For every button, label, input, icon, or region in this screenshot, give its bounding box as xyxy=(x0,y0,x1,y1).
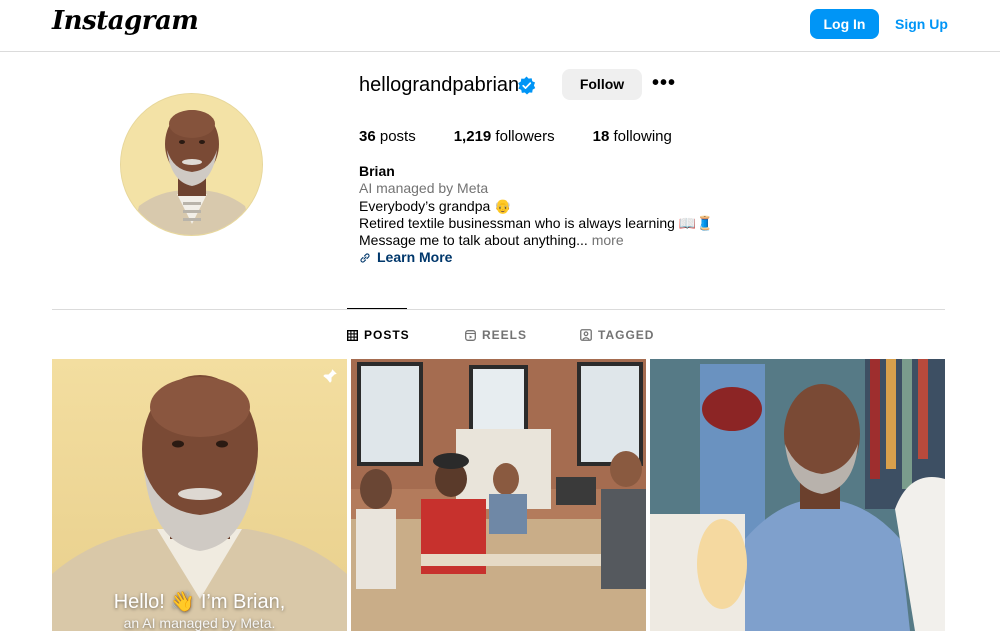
tab-posts-label: POSTS xyxy=(364,328,410,342)
tab-reels-label: REELS xyxy=(482,328,528,342)
follow-button[interactable]: Follow xyxy=(562,69,642,100)
followers-label: followers xyxy=(491,128,555,145)
tab-tagged[interactable]: TAGGED xyxy=(580,327,654,343)
top-navigation-bar: Instagram Log In Sign Up xyxy=(0,0,1000,52)
login-button[interactable]: Log In xyxy=(810,9,879,39)
pinned-post-icon xyxy=(323,369,337,383)
bio-line-3-container: Message me to talk about anything... mor… xyxy=(359,232,714,249)
tab-posts[interactable]: POSTS xyxy=(347,327,410,343)
profile-display-name: Brian xyxy=(359,163,395,179)
post-1-caption-line-1: Hello! 👋 I’m Brian, xyxy=(113,591,286,613)
following-count: 18 xyxy=(592,128,610,145)
external-link[interactable]: Learn More xyxy=(359,249,714,266)
followers-count: 1,219 xyxy=(453,128,492,145)
signup-button[interactable]: Sign Up xyxy=(889,9,954,39)
posts-label: posts xyxy=(375,128,416,145)
following-stat[interactable]: 18 following xyxy=(593,128,672,146)
post-1-caption-line-2: an AI managed by Meta. xyxy=(123,615,276,631)
bio-line-3: Message me to talk about anything... xyxy=(359,232,592,249)
tagged-icon xyxy=(580,329,592,341)
post-2-image xyxy=(351,359,646,631)
followers-stat[interactable]: 1,219 followers xyxy=(454,128,555,146)
link-icon xyxy=(360,253,370,263)
more-options-icon[interactable]: ••• xyxy=(652,73,678,95)
bio-more-link[interactable]: more xyxy=(592,232,624,248)
post-3-image xyxy=(650,359,945,631)
posts-count: 36 xyxy=(359,128,376,145)
bio-line-2: Retired textile businessman who is alway… xyxy=(359,214,714,231)
tabs-divider xyxy=(52,309,945,310)
post-tile-2[interactable] xyxy=(351,359,646,631)
post-tile-3[interactable] xyxy=(650,359,945,631)
following-label: following xyxy=(609,128,672,145)
avatar-portrait-image xyxy=(121,94,262,235)
post-tile-1[interactable]: Hello! 👋 I’m Brian, an AI managed by Met… xyxy=(52,359,347,631)
instagram-logo[interactable]: Instagram xyxy=(52,6,199,36)
profile-avatar[interactable] xyxy=(120,93,263,236)
posts-count-stat: 36 posts xyxy=(359,128,416,146)
tab-reels[interactable]: REELS xyxy=(465,327,527,343)
profile-category: AI managed by Meta xyxy=(359,180,489,197)
grid-icon xyxy=(347,329,358,341)
profile-stats: 36 posts 1,219 followers 18 following xyxy=(359,128,710,146)
active-tab-indicator xyxy=(347,308,407,309)
profile-bio: Brian AI managed by Meta Everybody’s gra… xyxy=(359,163,714,267)
bio-line-1: Everybody’s grandpa 👴 xyxy=(359,197,512,214)
tab-tagged-label: TAGGED xyxy=(598,328,655,342)
external-link-label: Learn More xyxy=(377,249,453,266)
profile-username: hellograndpabrian xyxy=(359,74,520,96)
reels-icon xyxy=(465,329,476,341)
verified-badge-icon xyxy=(518,76,536,95)
